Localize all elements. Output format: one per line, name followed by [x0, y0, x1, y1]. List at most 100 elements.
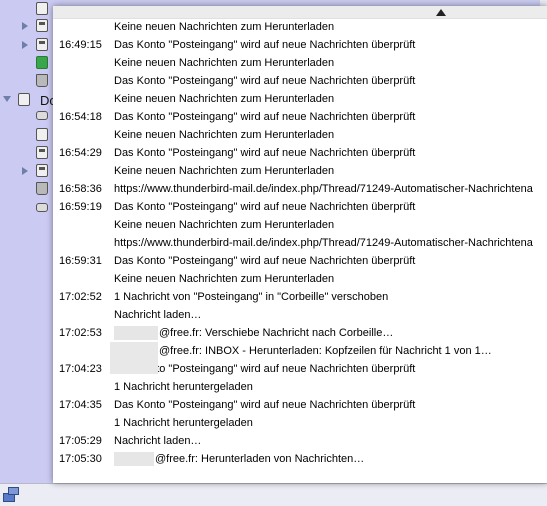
log-message-text: Keine neuen Nachrichten zum Herunterlade…: [114, 273, 335, 285]
redacted-text: [114, 326, 158, 341]
log-message: Das Konto "Posteingang" wird auf neue Na…: [114, 396, 415, 414]
log-message: Nachricht laden…: [114, 306, 201, 324]
log-row: https://www.thunderbird-mail.de/index.ph…: [53, 234, 547, 252]
log-row: 16:49:15 Das Konto "Posteingang" wird auf…: [53, 36, 547, 54]
activity-log-list: Keine neuen Nachrichten zum Herunterlade…: [53, 18, 547, 468]
log-message-text: Das Konto "Posteingang" wird auf neue Na…: [114, 255, 416, 267]
floppy-disk-icon[interactable]: [36, 19, 48, 32]
log-row: 16:59:31 Das Konto "Posteingang" wird auf…: [53, 252, 547, 270]
activity-log-popup: Keine neuen Nachrichten zum Herunterlade…: [53, 6, 547, 483]
log-message: https://www.thunderbird-mail.de/index.ph…: [114, 180, 533, 198]
log-message: @free.fr: Herunterladen von Nachrichten…: [114, 450, 364, 468]
log-row: Keine neuen Nachrichten zum Herunterlade…: [53, 162, 547, 180]
log-time: 16:49:15: [59, 39, 102, 51]
log-message: 1 Nachricht heruntergeladen: [114, 378, 253, 396]
log-message-text: Das Konto "Posteingang" wird auf neue Na…: [114, 399, 416, 411]
expand-arrow-icon[interactable]: [22, 41, 28, 49]
log-message-text: Keine neuen Nachrichten zum Herunterlade…: [114, 219, 335, 231]
log-message: Das Konto "Posteingang" wird auf neue Na…: [114, 108, 415, 126]
inbox-icon[interactable]: [36, 56, 48, 69]
log-row: Nachricht laden…: [53, 306, 547, 324]
calendar-icon[interactable]: [36, 2, 48, 15]
log-row: Keine neuen Nachrichten zum Herunterlade…: [53, 216, 547, 234]
log-time: 16:54:18: [59, 111, 102, 123]
log-message-text: Das Konto "Posteingang" wird auf neue Na…: [114, 201, 416, 213]
log-time: 17:05:29: [59, 435, 102, 447]
log-message-text: Keine neuen Nachrichten zum Herunterlade…: [114, 93, 335, 105]
log-message-text: Keine neuen Nachrichten zum Herunterlade…: [114, 129, 335, 141]
log-message: 1 Nachricht von "Posteingang" in "Corbei…: [114, 288, 388, 306]
log-message-text: Das Konto "Posteingang" wird auf neue Na…: [114, 39, 416, 51]
log-time: 16:54:29: [59, 147, 102, 159]
log-row: 17:05:29 Nachricht laden…: [53, 432, 547, 450]
log-time: 16:58:36: [59, 183, 102, 195]
status-bar: [0, 483, 547, 506]
tray-icon[interactable]: [36, 111, 48, 120]
log-message: @free.fr: INBOX - Herunterladen: Kopfzei…: [114, 342, 492, 360]
log-message-text: 1 Nachricht von "Posteingang" in "Corbei…: [114, 291, 389, 303]
log-time: 16:59:31: [59, 255, 102, 267]
log-row: 17:02:52 1 Nachricht von "Posteingang" in…: [53, 288, 547, 306]
log-message-text: @free.fr: Verschiebe Nachricht nach Corb…: [159, 327, 394, 339]
log-message: Keine neuen Nachrichten zum Herunterlade…: [114, 126, 334, 144]
floppy-disk-icon[interactable]: [36, 146, 48, 159]
log-message-text: https://www.thunderbird-mail.de/index.ph…: [114, 183, 533, 195]
log-row: 17:04:35 Das Konto "Posteingang" wird auf…: [53, 396, 547, 414]
log-message-text: Keine neuen Nachrichten zum Herunterlade…: [114, 165, 335, 177]
log-message-text: Keine neuen Nachrichten zum Herunterlade…: [114, 57, 335, 69]
log-message: 1 Nachricht heruntergeladen: [114, 414, 253, 432]
log-time: 17:04:23: [59, 363, 102, 375]
log-time: 17:02:53: [59, 327, 102, 339]
log-time: 17:05:30: [59, 453, 102, 465]
log-row: Keine neuen Nachrichten zum Herunterlade…: [53, 270, 547, 288]
log-message: Keine neuen Nachrichten zum Herunterlade…: [114, 270, 334, 288]
log-message-text: @free.fr: INBOX - Herunterladen: Kopfzei…: [159, 345, 492, 357]
network-status-icon[interactable]: [3, 487, 19, 502]
log-row: Keine neuen Nachrichten zum Herunterlade…: [53, 90, 547, 108]
redacted-area: [110, 342, 158, 374]
trash-icon[interactable]: [36, 74, 48, 87]
log-row: Keine neuen Nachrichten zum Herunterlade…: [53, 18, 547, 36]
log-row: 16:54:29 Das Konto "Posteingang" wird auf…: [53, 144, 547, 162]
log-row: 16:59:19 Das Konto "Posteingang" wird auf…: [53, 198, 547, 216]
log-row: 16:54:18 Das Konto "Posteingang" wird auf…: [53, 108, 547, 126]
log-message-text: Das Konto "Posteingang" wird auf neue Na…: [114, 75, 416, 87]
expand-arrow-icon[interactable]: [22, 22, 28, 30]
log-message: Das Konto "Posteingang" wird auf neue Na…: [114, 198, 415, 216]
log-row: 17:02:53 @free.fr: Verschiebe Nachricht n…: [53, 324, 547, 342]
log-row: 1 Nachricht heruntergeladen: [53, 378, 547, 396]
log-message: Keine neuen Nachrichten zum Herunterlade…: [114, 216, 334, 234]
log-message-text: Keine neuen Nachrichten zum Herunterlade…: [114, 21, 335, 33]
log-message: Das Konto "Posteingang" wird auf neue Na…: [114, 72, 415, 90]
trash-icon[interactable]: [36, 182, 48, 195]
log-row: 17:05:30 @free.fr: Herunterladen von Nach…: [53, 450, 547, 468]
collapse-arrow-icon[interactable]: [3, 96, 11, 102]
scroll-up-arrow-icon[interactable]: [436, 9, 446, 16]
log-message: Nachricht laden…: [114, 432, 201, 450]
log-message-text: Das Konto "Posteingang" wird auf neue Na…: [114, 363, 416, 375]
log-message-text: 1 Nachricht heruntergeladen: [114, 417, 253, 429]
expand-arrow-icon[interactable]: [22, 167, 28, 175]
log-row: Das Konto "Posteingang" wird auf neue Na…: [53, 72, 547, 90]
log-message-text: https://www.thunderbird-mail.de/index.ph…: [114, 237, 533, 249]
folder-icon[interactable]: [18, 93, 30, 106]
floppy-disk-icon[interactable]: [36, 164, 48, 177]
log-row: Keine neuen Nachrichten zum Herunterlade…: [53, 126, 547, 144]
log-row: 1 Nachricht heruntergeladen: [53, 414, 547, 432]
log-message-text: Nachricht laden…: [114, 309, 202, 321]
log-message-text: @free.fr: Herunterladen von Nachrichten…: [155, 453, 365, 465]
log-message: Das Konto "Posteingang" wird auf neue Na…: [114, 36, 415, 54]
folder-pane: Do: [0, 0, 60, 483]
document-icon[interactable]: [36, 128, 48, 141]
tray-icon[interactable]: [36, 203, 48, 212]
log-message-text: Nachricht laden…: [114, 435, 202, 447]
log-message: https://www.thunderbird-mail.de/index.ph…: [114, 234, 533, 252]
floppy-disk-icon[interactable]: [36, 38, 48, 51]
log-message: Das Konto "Posteingang" wird auf neue Na…: [114, 252, 415, 270]
log-message: Das Konto "Posteingang" wird auf neue Na…: [114, 360, 415, 378]
log-message: Das Konto "Posteingang" wird auf neue Na…: [114, 144, 415, 162]
log-time: 16:59:19: [59, 201, 102, 213]
log-message: Keine neuen Nachrichten zum Herunterlade…: [114, 162, 334, 180]
log-row: 16:58:36 https://www.thunderbird-mail.de/…: [53, 180, 547, 198]
log-message-text: Das Konto "Posteingang" wird auf neue Na…: [114, 147, 416, 159]
